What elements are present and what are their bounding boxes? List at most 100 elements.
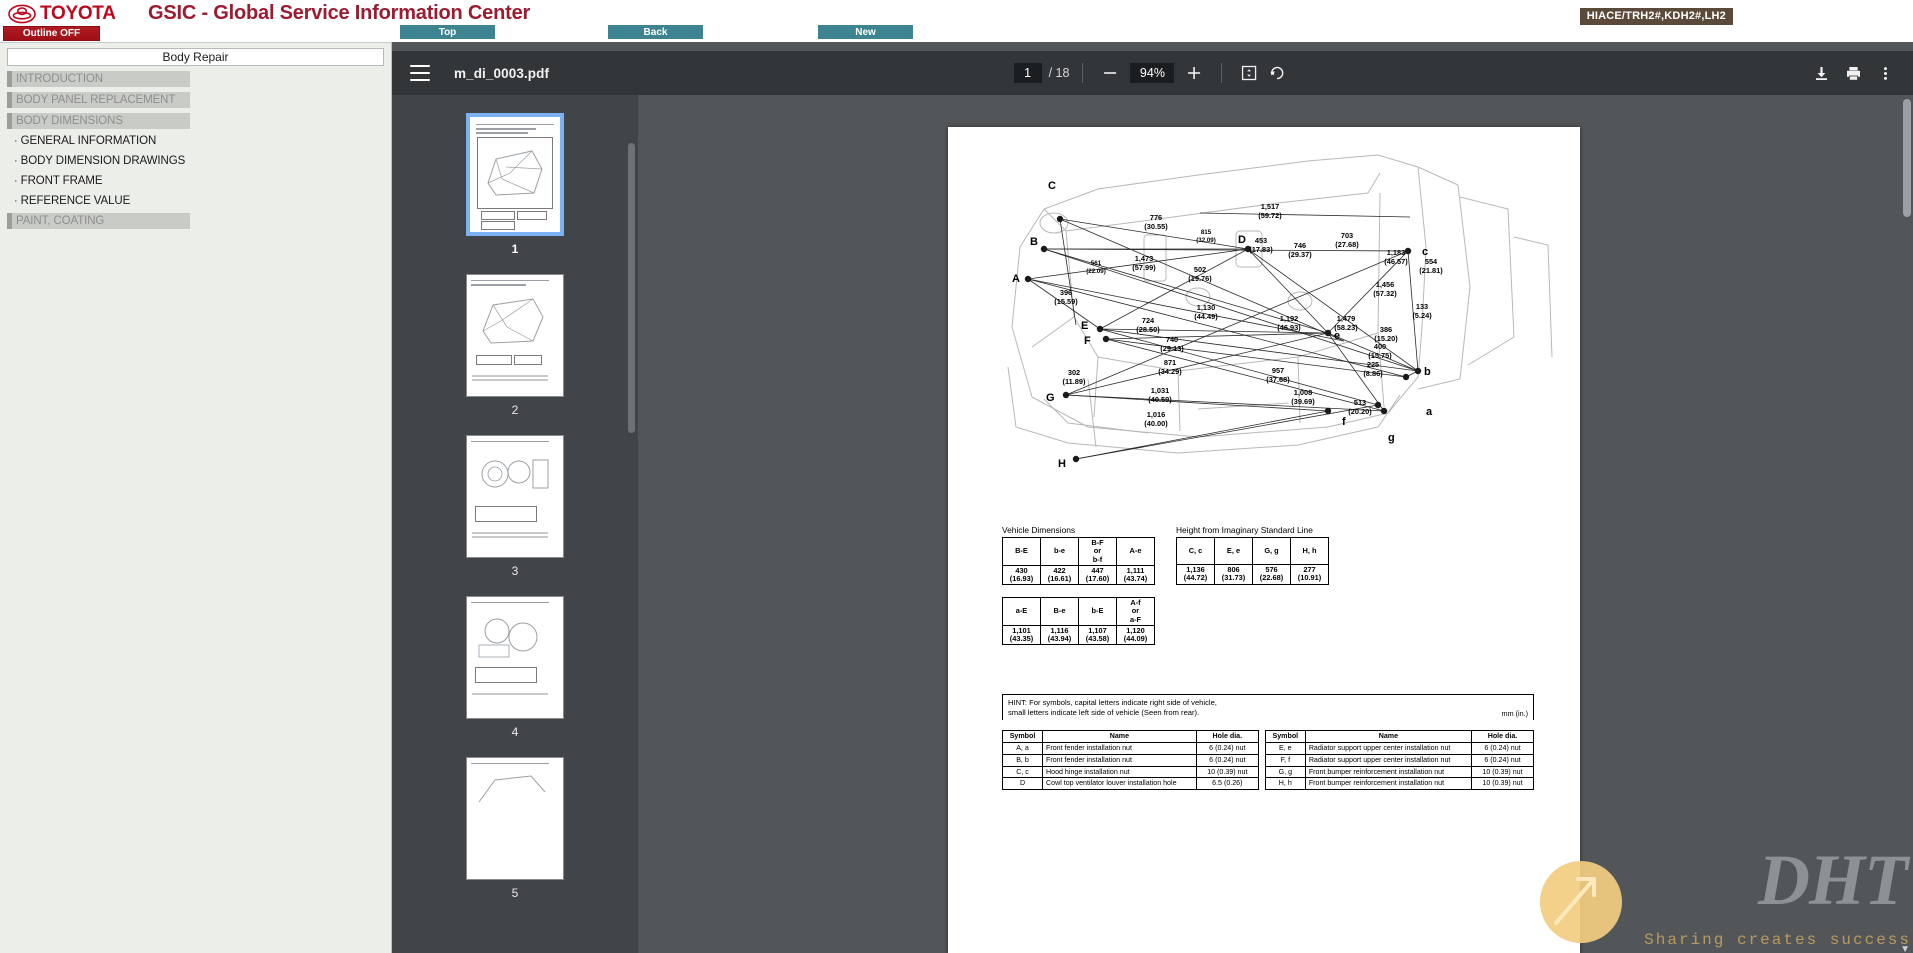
- cell-name: Front fender installation nut: [1042, 741, 1197, 755]
- col-name-right: Name: [1304, 730, 1473, 743]
- sidebar-item-label: BODY DIMENSION DRAWINGS: [20, 154, 186, 167]
- toolbar-divider: [1221, 63, 1223, 83]
- diagram-point-f: f: [1342, 416, 1346, 428]
- cell-header: b-e: [1040, 537, 1079, 566]
- cell-symbol: D: [1002, 777, 1043, 791]
- rotate-icon[interactable]: [1263, 59, 1291, 87]
- column-gap: [1258, 766, 1266, 778]
- page-number-input[interactable]: 1: [1013, 63, 1042, 83]
- column-gap: [1258, 777, 1266, 790]
- thumbnail-page-number: 2: [511, 403, 519, 417]
- cell-header: H, h: [1290, 537, 1329, 565]
- nav-back-button[interactable]: Back: [608, 25, 703, 39]
- cell-hole: 10 (0.39) nut: [1471, 765, 1534, 779]
- sidebar-item-reference-value[interactable]: · REFERENCE VALUE: [14, 192, 391, 209]
- cell-hole: 6 (0.24) nut: [1471, 753, 1534, 767]
- download-icon[interactable]: [1807, 59, 1835, 87]
- scroll-down-icon[interactable]: ▼: [1900, 944, 1910, 953]
- zoom-level-value[interactable]: 94%: [1130, 63, 1175, 83]
- thumbnail-page-5[interactable]: 5: [466, 757, 564, 900]
- callout-1479: 1,479 (58.23): [1334, 314, 1358, 332]
- sidebar-item-general-information[interactable]: · GENERAL INFORMATION: [14, 132, 391, 149]
- diagram-point-F: F: [1084, 335, 1091, 347]
- diagram-point-B: B: [1030, 236, 1038, 248]
- sidebar-section-label: BODY PANEL REPLACEMENT: [16, 94, 176, 106]
- callout-776: 776 (30.55): [1144, 213, 1168, 231]
- bullet-icon: ·: [14, 154, 18, 167]
- bullet-icon: ·: [14, 174, 18, 187]
- diagram-point-a: a: [1426, 406, 1433, 418]
- sidebar-item-label: GENERAL INFORMATION: [20, 134, 157, 147]
- cell-value: 1,101 (43.35): [1002, 624, 1041, 646]
- callout-746: 746 (29.37): [1288, 241, 1312, 259]
- more-options-icon[interactable]: [1871, 59, 1899, 87]
- sidebar-section-label: BODY DIMENSIONS: [16, 115, 123, 127]
- cell-name: Front bumper reinforcement installation …: [1304, 765, 1473, 779]
- cell-value: 1,116 (43.94): [1040, 624, 1079, 646]
- zoom-in-icon[interactable]: [1180, 59, 1208, 87]
- callout-1473: 1,473 (57.99): [1132, 254, 1156, 272]
- cell-header: A-f or a-F: [1116, 597, 1155, 626]
- sidebar-section-body-dimensions[interactable]: BODY DIMENSIONS: [7, 113, 190, 129]
- nav-top-button[interactable]: Top: [400, 25, 495, 39]
- cell-hole: 10 (0.39) nut: [1471, 777, 1534, 791]
- hint-line-1: HINT: For symbols, capital letters indic…: [1008, 698, 1217, 707]
- sidebar-section-label: PAINT, COATING: [16, 215, 105, 227]
- callout-133: 133 (5.24): [1412, 302, 1432, 320]
- cell-symbol: F, f: [1264, 753, 1306, 767]
- zoom-out-icon[interactable]: [1096, 59, 1124, 87]
- cell-symbol: G, g: [1264, 765, 1306, 779]
- thumbnail-page-4[interactable]: 4: [466, 596, 564, 739]
- callout-1130: 1,130 (44.49): [1194, 303, 1218, 321]
- thumbnail-panel[interactable]: 1 2 3 4 5: [392, 95, 638, 953]
- diagram-point-C: C: [1048, 180, 1056, 192]
- toyota-wordmark: TOYOTA: [40, 3, 116, 24]
- nav-new-button[interactable]: New: [818, 25, 913, 39]
- cell-value: 1,120 (44.09): [1116, 624, 1155, 646]
- cell-hole: 6.5 (0.26): [1195, 777, 1259, 791]
- hamburger-icon[interactable]: [410, 65, 430, 81]
- cell-value: 806 (31.73): [1214, 564, 1253, 585]
- bullet-icon: ·: [14, 134, 18, 147]
- cell-hole: 6 (0.24) nut: [1471, 741, 1534, 755]
- callout-1008: 1,008 (39.69): [1291, 388, 1315, 406]
- sidebar-item-label: FRONT FRAME: [20, 174, 103, 187]
- thumbnail-page-number: 1: [511, 242, 519, 256]
- fit-page-icon[interactable]: [1235, 59, 1263, 87]
- cell-symbol: H, h: [1264, 777, 1306, 791]
- thumbnail-preview: [466, 435, 564, 558]
- cell-name: Radiator support upper center installati…: [1304, 753, 1473, 767]
- height-standard-line-caption: Height from Imaginary Standard Line: [1176, 525, 1313, 535]
- sidebar-item-body-dimension-drawings[interactable]: · BODY DIMENSION DRAWINGS: [14, 152, 391, 169]
- callout-1031: 1,031 (40.59): [1148, 386, 1172, 404]
- sidebar-section-paint-coating[interactable]: PAINT, COATING: [7, 213, 190, 229]
- thumbnail-page-3[interactable]: 3: [466, 435, 564, 578]
- thumbnail-page-2[interactable]: 2: [466, 274, 564, 417]
- pdf-page-area[interactable]: ▲ ▼: [638, 95, 1913, 953]
- sidebar-section-introduction[interactable]: INTRODUCTION: [7, 71, 190, 87]
- table-row: A, a Front fender installation nut 6 (0.…: [1002, 741, 1534, 755]
- sidebar-section-label: INTRODUCTION: [16, 73, 103, 85]
- callout-513: 513 (20.20): [1348, 398, 1372, 416]
- sidebar-item-front-frame[interactable]: · FRONT FRAME: [14, 172, 391, 189]
- diagram-point-b: b: [1424, 366, 1431, 378]
- diagram-point-g: g: [1388, 432, 1395, 444]
- cell-hole: 6 (0.24) nut: [1195, 741, 1259, 755]
- diagram-point-E: E: [1081, 320, 1088, 332]
- print-icon[interactable]: [1839, 59, 1867, 87]
- col-symbol-right: Symbol: [1264, 730, 1306, 743]
- toyota-emblem-icon: [8, 4, 36, 24]
- thumbnail-page-1[interactable]: 1: [466, 113, 564, 256]
- outline-toggle-button[interactable]: Outline OFF: [3, 26, 100, 41]
- page-scrollbar[interactable]: [1903, 99, 1911, 217]
- thumbnail-scrollbar[interactable]: [628, 143, 635, 433]
- sidebar-section-body-panel-replacement[interactable]: BODY PANEL REPLACEMENT: [7, 92, 190, 108]
- cell-symbol: A, a: [1002, 741, 1043, 755]
- diagram-point-G: G: [1046, 392, 1055, 404]
- callout-957: 957 (37.68): [1266, 366, 1290, 384]
- pdf-viewer: m_di_0003.pdf 1 / 18 94% 1 2 3 4 5 ▼ C B…: [392, 42, 1913, 953]
- callout-554: 554 (21.81): [1419, 257, 1443, 275]
- cell-value: 422 (16.61): [1040, 564, 1079, 586]
- callout-871: 871 (34.29): [1158, 358, 1182, 376]
- cell-value: 1,111 (43.74): [1116, 564, 1155, 586]
